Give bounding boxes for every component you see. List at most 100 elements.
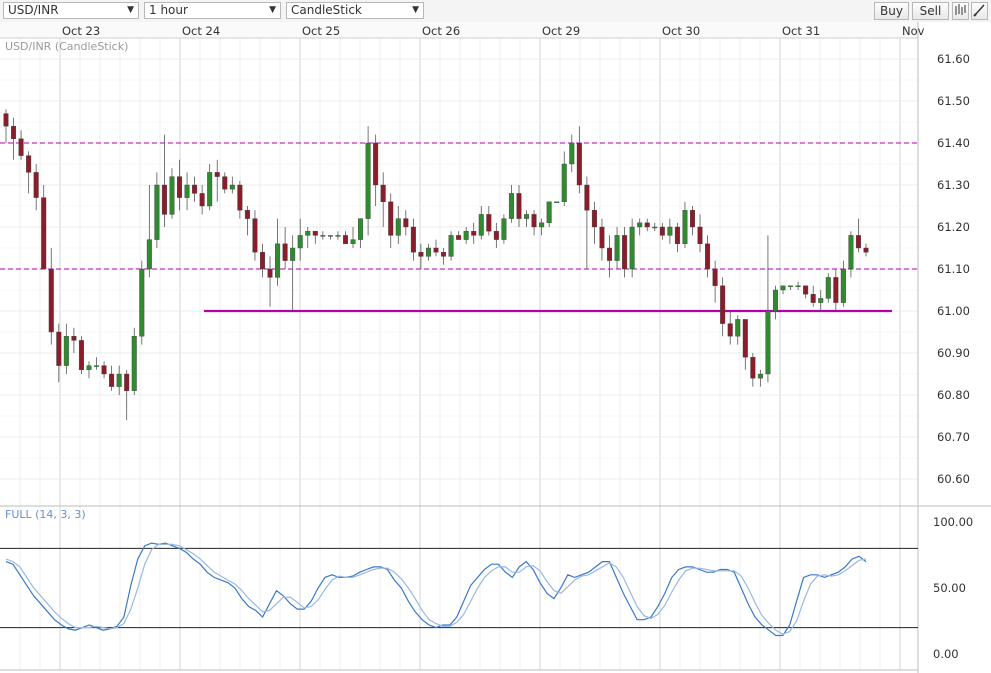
oscillator-panel-title: FULL (14, 3, 3): [5, 508, 86, 521]
candle: [825, 273, 831, 303]
candle-body: [524, 214, 530, 219]
y-tick-label: 60.90: [937, 346, 970, 360]
candle-body: [327, 235, 333, 237]
candle-body: [358, 218, 364, 240]
candle-body: [139, 268, 145, 337]
candle-body: [486, 214, 492, 232]
y-tick-label: 61.40: [937, 136, 970, 150]
y-tick-label: 61.50: [937, 94, 970, 108]
candle-body: [531, 214, 537, 228]
candle-body: [546, 201, 552, 224]
candle-body: [818, 298, 824, 303]
candle-body: [161, 184, 167, 215]
candle: [501, 214, 507, 244]
candle-body: [207, 172, 213, 207]
candle-body: [855, 235, 861, 249]
candle-body: [237, 184, 243, 211]
candle-body: [78, 340, 84, 370]
candle-body: [652, 226, 658, 229]
candle-body: [561, 163, 567, 202]
candle-body: [674, 226, 680, 244]
price-chart: Oct 23 Oct 24 Oct 25 Oct 26 Oct 29 Oct 30 Oct …: [0, 22, 991, 673]
candle-body: [788, 285, 794, 287]
y-tick-label: 60.70: [937, 430, 970, 444]
candle-body: [667, 226, 673, 236]
candle-body: [290, 247, 296, 261]
candle: [131, 327, 137, 395]
oscillator-y-tick-label: 0.00: [933, 647, 959, 661]
candle-body: [757, 373, 763, 379]
candle-body: [282, 243, 288, 261]
candle-body: [456, 235, 462, 240]
y-tick-label: 61.30: [937, 178, 970, 192]
x-tick-label: Oct 31: [782, 24, 820, 38]
candle-body: [697, 226, 703, 244]
candle-body: [259, 251, 265, 270]
candle: [78, 336, 84, 374]
candle-body: [825, 277, 831, 299]
candle: [139, 260, 145, 345]
candle-body: [373, 142, 379, 186]
y-tick-label: 61.10: [937, 262, 970, 276]
x-tick-label: Nov: [902, 24, 925, 38]
candle-body: [403, 218, 409, 228]
candle-body: [508, 193, 514, 219]
candle-body: [516, 193, 522, 219]
candle-body: [539, 222, 545, 228]
candle-body: [712, 268, 718, 286]
candle-body: [478, 214, 484, 236]
candle-body: [199, 193, 205, 207]
candle-body: [335, 235, 341, 237]
candle-body: [629, 226, 635, 270]
candle-body: [599, 226, 605, 249]
candle-body: [441, 251, 447, 257]
oscillator-y-tick-label: 100.00: [933, 515, 973, 529]
y-tick-label: 60.80: [937, 388, 970, 402]
candle-body: [705, 243, 711, 270]
oscillator-y-tick-label: 50.00: [933, 581, 966, 595]
candle-body: [275, 243, 281, 278]
candle-body: [342, 235, 348, 244]
candle-body: [41, 197, 47, 270]
candle-body: [395, 218, 401, 236]
candle-body: [682, 209, 688, 244]
candle-body: [267, 268, 273, 278]
candle-body: [840, 268, 846, 303]
candle-body: [63, 336, 69, 366]
candle-body: [591, 209, 597, 228]
candle: [41, 185, 47, 270]
y-tick-label: 61.60: [937, 52, 970, 66]
candle-body: [320, 235, 326, 237]
candle-body: [146, 239, 152, 270]
candle-body: [689, 209, 695, 228]
candle-body: [312, 230, 318, 236]
candle-body: [48, 268, 54, 333]
candle-body: [297, 235, 303, 249]
candle-body: [18, 138, 24, 156]
candle-body: [622, 235, 628, 270]
candle-body: [833, 277, 839, 303]
candle: [554, 201, 560, 204]
y-tick-label: 60.60: [937, 472, 970, 486]
candle-body: [433, 247, 439, 253]
candle-body: [169, 176, 175, 215]
x-tick-label: Oct 29: [542, 24, 580, 38]
candle-body: [3, 113, 9, 127]
candle-body: [94, 365, 100, 367]
candle-body: [554, 201, 560, 204]
candle-body: [614, 235, 620, 261]
candle-body: [644, 222, 650, 228]
candle-body: [101, 365, 107, 375]
candle-body: [109, 373, 115, 387]
candle-body: [501, 218, 507, 240]
candle-body: [192, 184, 198, 194]
candle-body: [569, 142, 575, 165]
x-tick-label: Oct 30: [662, 24, 700, 38]
candle-body: [735, 319, 741, 337]
candle-body: [803, 285, 809, 295]
candle-body: [214, 172, 220, 177]
candle-body: [607, 247, 613, 261]
candle-body: [493, 230, 499, 240]
candle-body: [154, 184, 160, 240]
candle-body: [380, 184, 386, 202]
